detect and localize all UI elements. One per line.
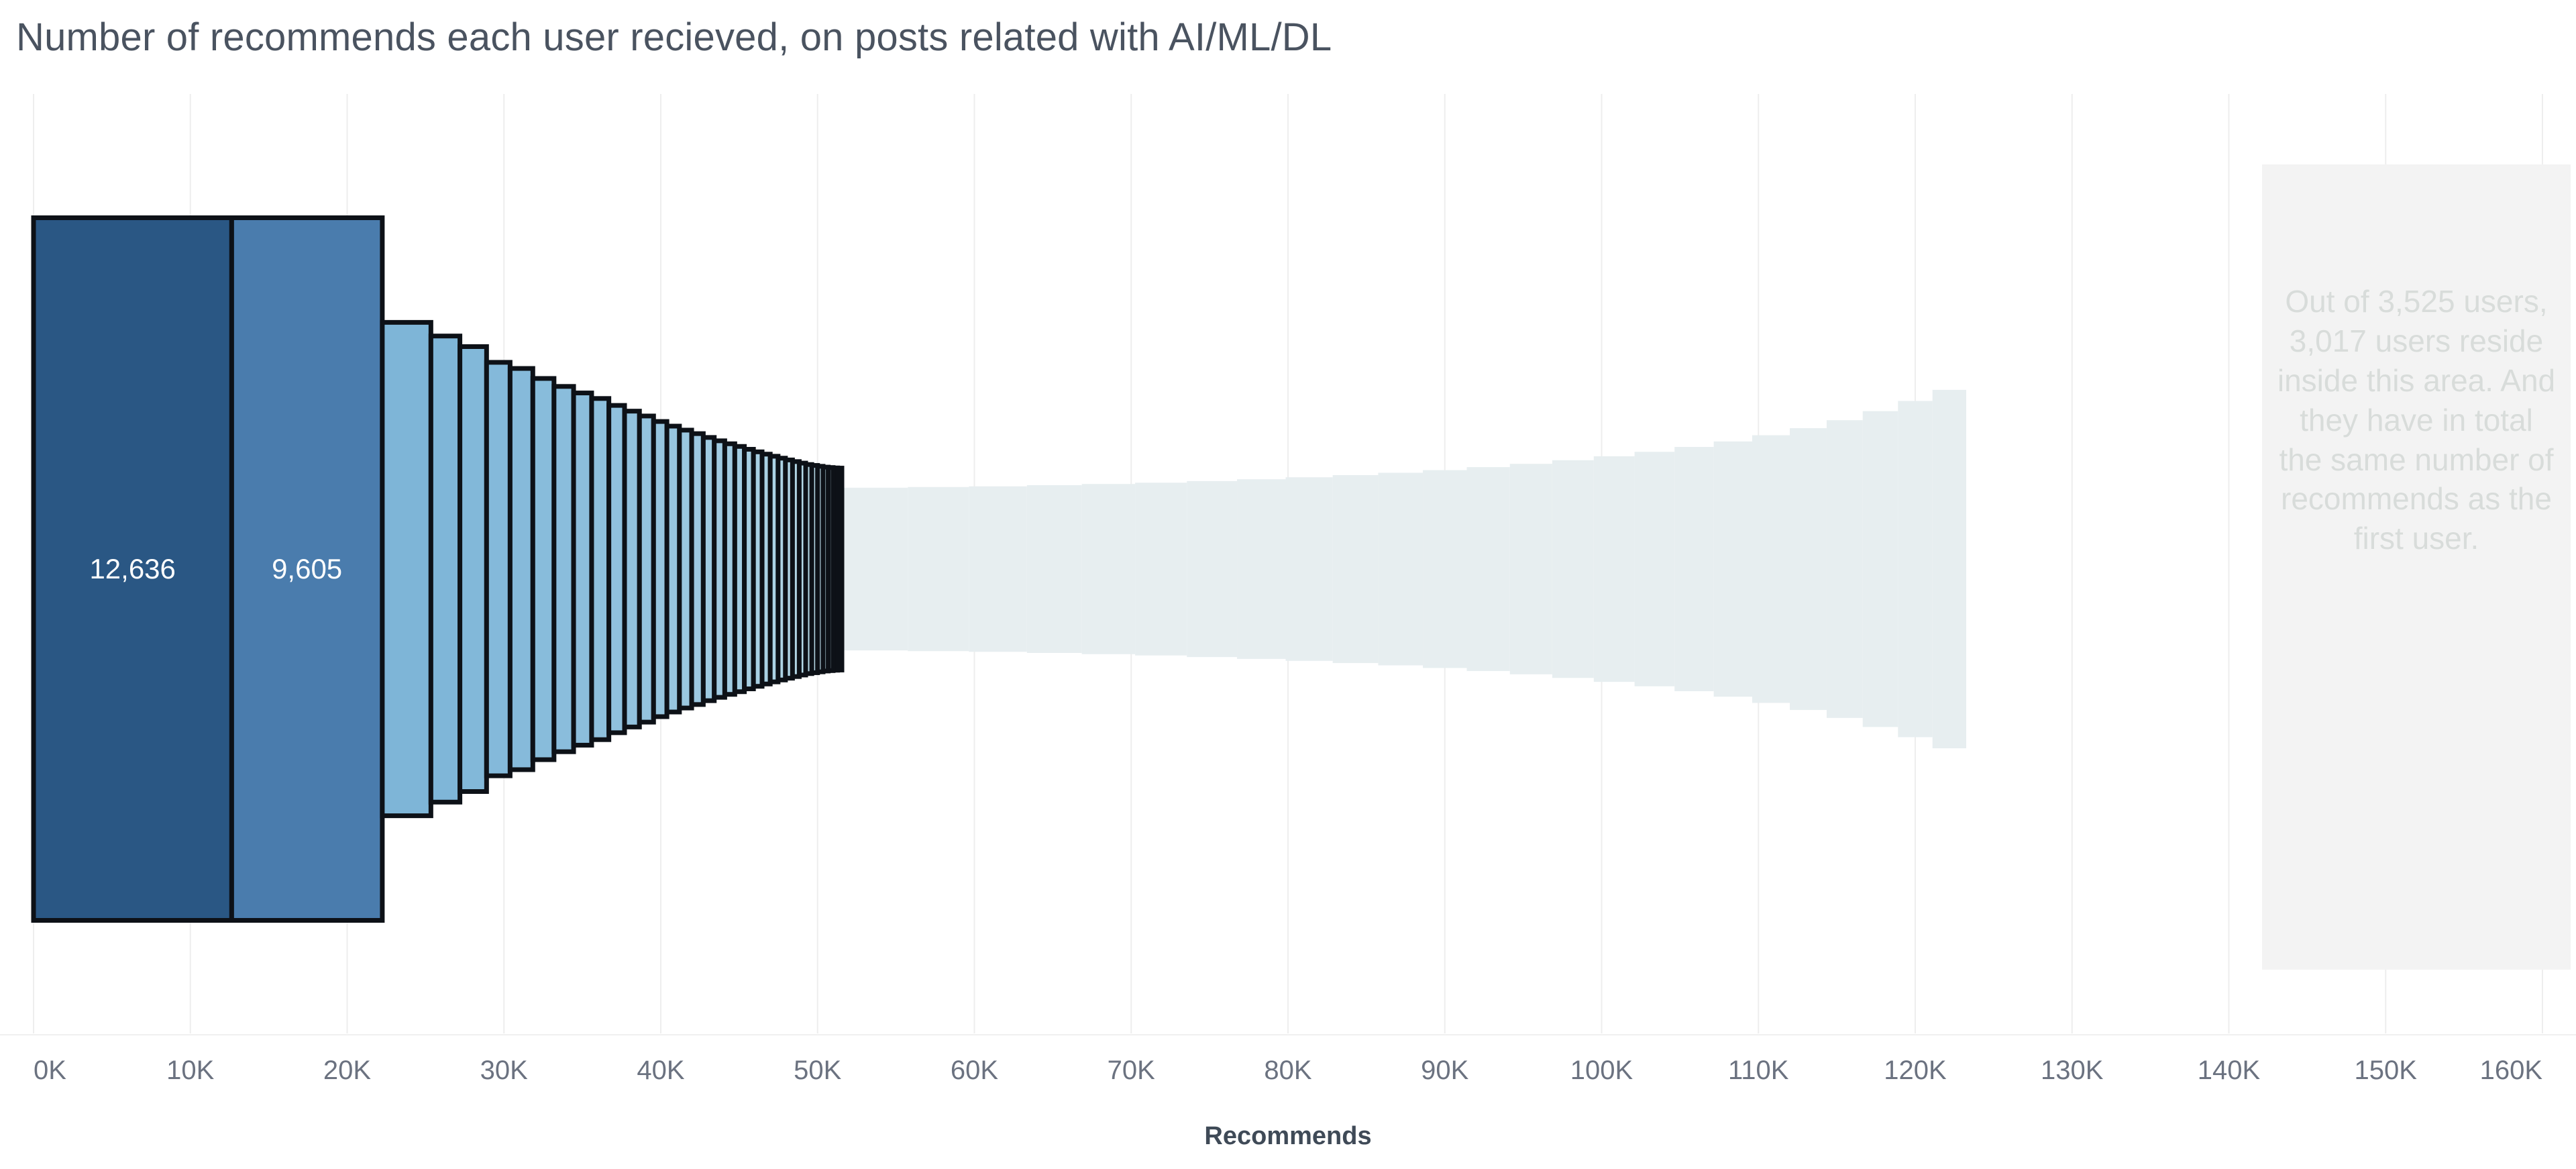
- bar-segment[interactable]: [835, 466, 845, 672]
- bar-segment[interactable]: [530, 376, 557, 762]
- x-tick-label: 160K: [2480, 1056, 2543, 1085]
- x-tick-label: 150K: [2355, 1056, 2418, 1085]
- tail-bar-segment[interactable]: [1826, 420, 1863, 718]
- bar-segment[interactable]: [551, 384, 576, 754]
- tail-bar-segment[interactable]: [1674, 446, 1714, 692]
- tail-bar-segment[interactable]: [1509, 464, 1552, 674]
- tail-bar-segment[interactable]: [1932, 389, 1966, 749]
- chart-canvas: Number of recommends each user recieved,…: [0, 0, 2576, 1169]
- x-tick-label: 90K: [1421, 1056, 1468, 1085]
- x-tick-label: 0K: [34, 1056, 66, 1085]
- tail-bar-segment[interactable]: [969, 486, 1027, 652]
- tail-bar-segment[interactable]: [1187, 480, 1238, 658]
- funnel-chart-plot: 12,636 9,605 0K 10K 20K 30K 40K 50K 60K 70K 80K 90…: [0, 94, 2576, 1150]
- tail-bar-segment[interactable]: [1378, 472, 1424, 666]
- x-tick-label: 50K: [794, 1056, 841, 1085]
- bar-segment[interactable]: [458, 344, 489, 795]
- tail-bar-segment[interactable]: [1898, 401, 1933, 738]
- bar-segment[interactable]: [507, 366, 535, 772]
- x-axis-tick-labels: 0K 10K 20K 30K 40K 50K 60K 70K 80K 90K 100K 110K 120…: [34, 1056, 2542, 1085]
- x-tick-label: 120K: [1884, 1056, 1947, 1085]
- tail-bar-segment[interactable]: [842, 487, 908, 651]
- tail-bar-segment[interactable]: [1081, 484, 1136, 654]
- bar-segment[interactable]: [589, 396, 612, 742]
- tail-bar-segment[interactable]: [1466, 467, 1510, 671]
- x-tick-label: 60K: [951, 1056, 998, 1085]
- x-tick-label: 10K: [166, 1056, 214, 1085]
- tail-bar-segment[interactable]: [1135, 482, 1187, 656]
- tail-bar-segment[interactable]: [1713, 441, 1752, 697]
- bar-segment[interactable]: [484, 360, 513, 778]
- x-tick-label: 70K: [1108, 1056, 1155, 1085]
- tail-bar-segment[interactable]: [1752, 435, 1790, 703]
- x-tick-label: 20K: [323, 1056, 371, 1085]
- bar-segment[interactable]: [428, 334, 463, 805]
- bar-value-label: 9,605: [272, 553, 342, 584]
- tail-bar-segment[interactable]: [1285, 477, 1333, 661]
- tail-bar-segment[interactable]: [908, 487, 969, 652]
- x-tick-label: 80K: [1264, 1056, 1311, 1085]
- tail-bar-segment[interactable]: [1423, 470, 1467, 668]
- annotation-note: Out of 3,525 users, 3,017 users reside i…: [2277, 284, 2556, 556]
- tail-bar-segment[interactable]: [1026, 485, 1082, 653]
- tail-bar-segment[interactable]: [1332, 474, 1379, 664]
- tail-bar-segment[interactable]: [1862, 411, 1898, 727]
- bar-value-label: 12,636: [89, 553, 175, 584]
- x-axis-title: Recommends: [1204, 1122, 1371, 1150]
- tail-bar-segment[interactable]: [1634, 452, 1675, 687]
- bar-segment[interactable]: [606, 403, 627, 735]
- x-tick-label: 140K: [2198, 1056, 2261, 1085]
- tail-bar-segment[interactable]: [1593, 456, 1635, 682]
- x-tick-label: 30K: [480, 1056, 528, 1085]
- x-tick-label: 100K: [1570, 1056, 1633, 1085]
- faded-tail-bars: [842, 389, 1966, 749]
- tail-bar-segment[interactable]: [1237, 479, 1286, 659]
- x-tick-label: 40K: [637, 1056, 684, 1085]
- bar-segment[interactable]: [380, 319, 433, 819]
- tail-bar-segment[interactable]: [1790, 428, 1827, 710]
- bar-segment[interactable]: [571, 391, 594, 748]
- tail-bar-segment[interactable]: [1552, 460, 1594, 678]
- x-tick-label: 110K: [1728, 1056, 1789, 1085]
- x-tick-label: 130K: [2041, 1056, 2104, 1085]
